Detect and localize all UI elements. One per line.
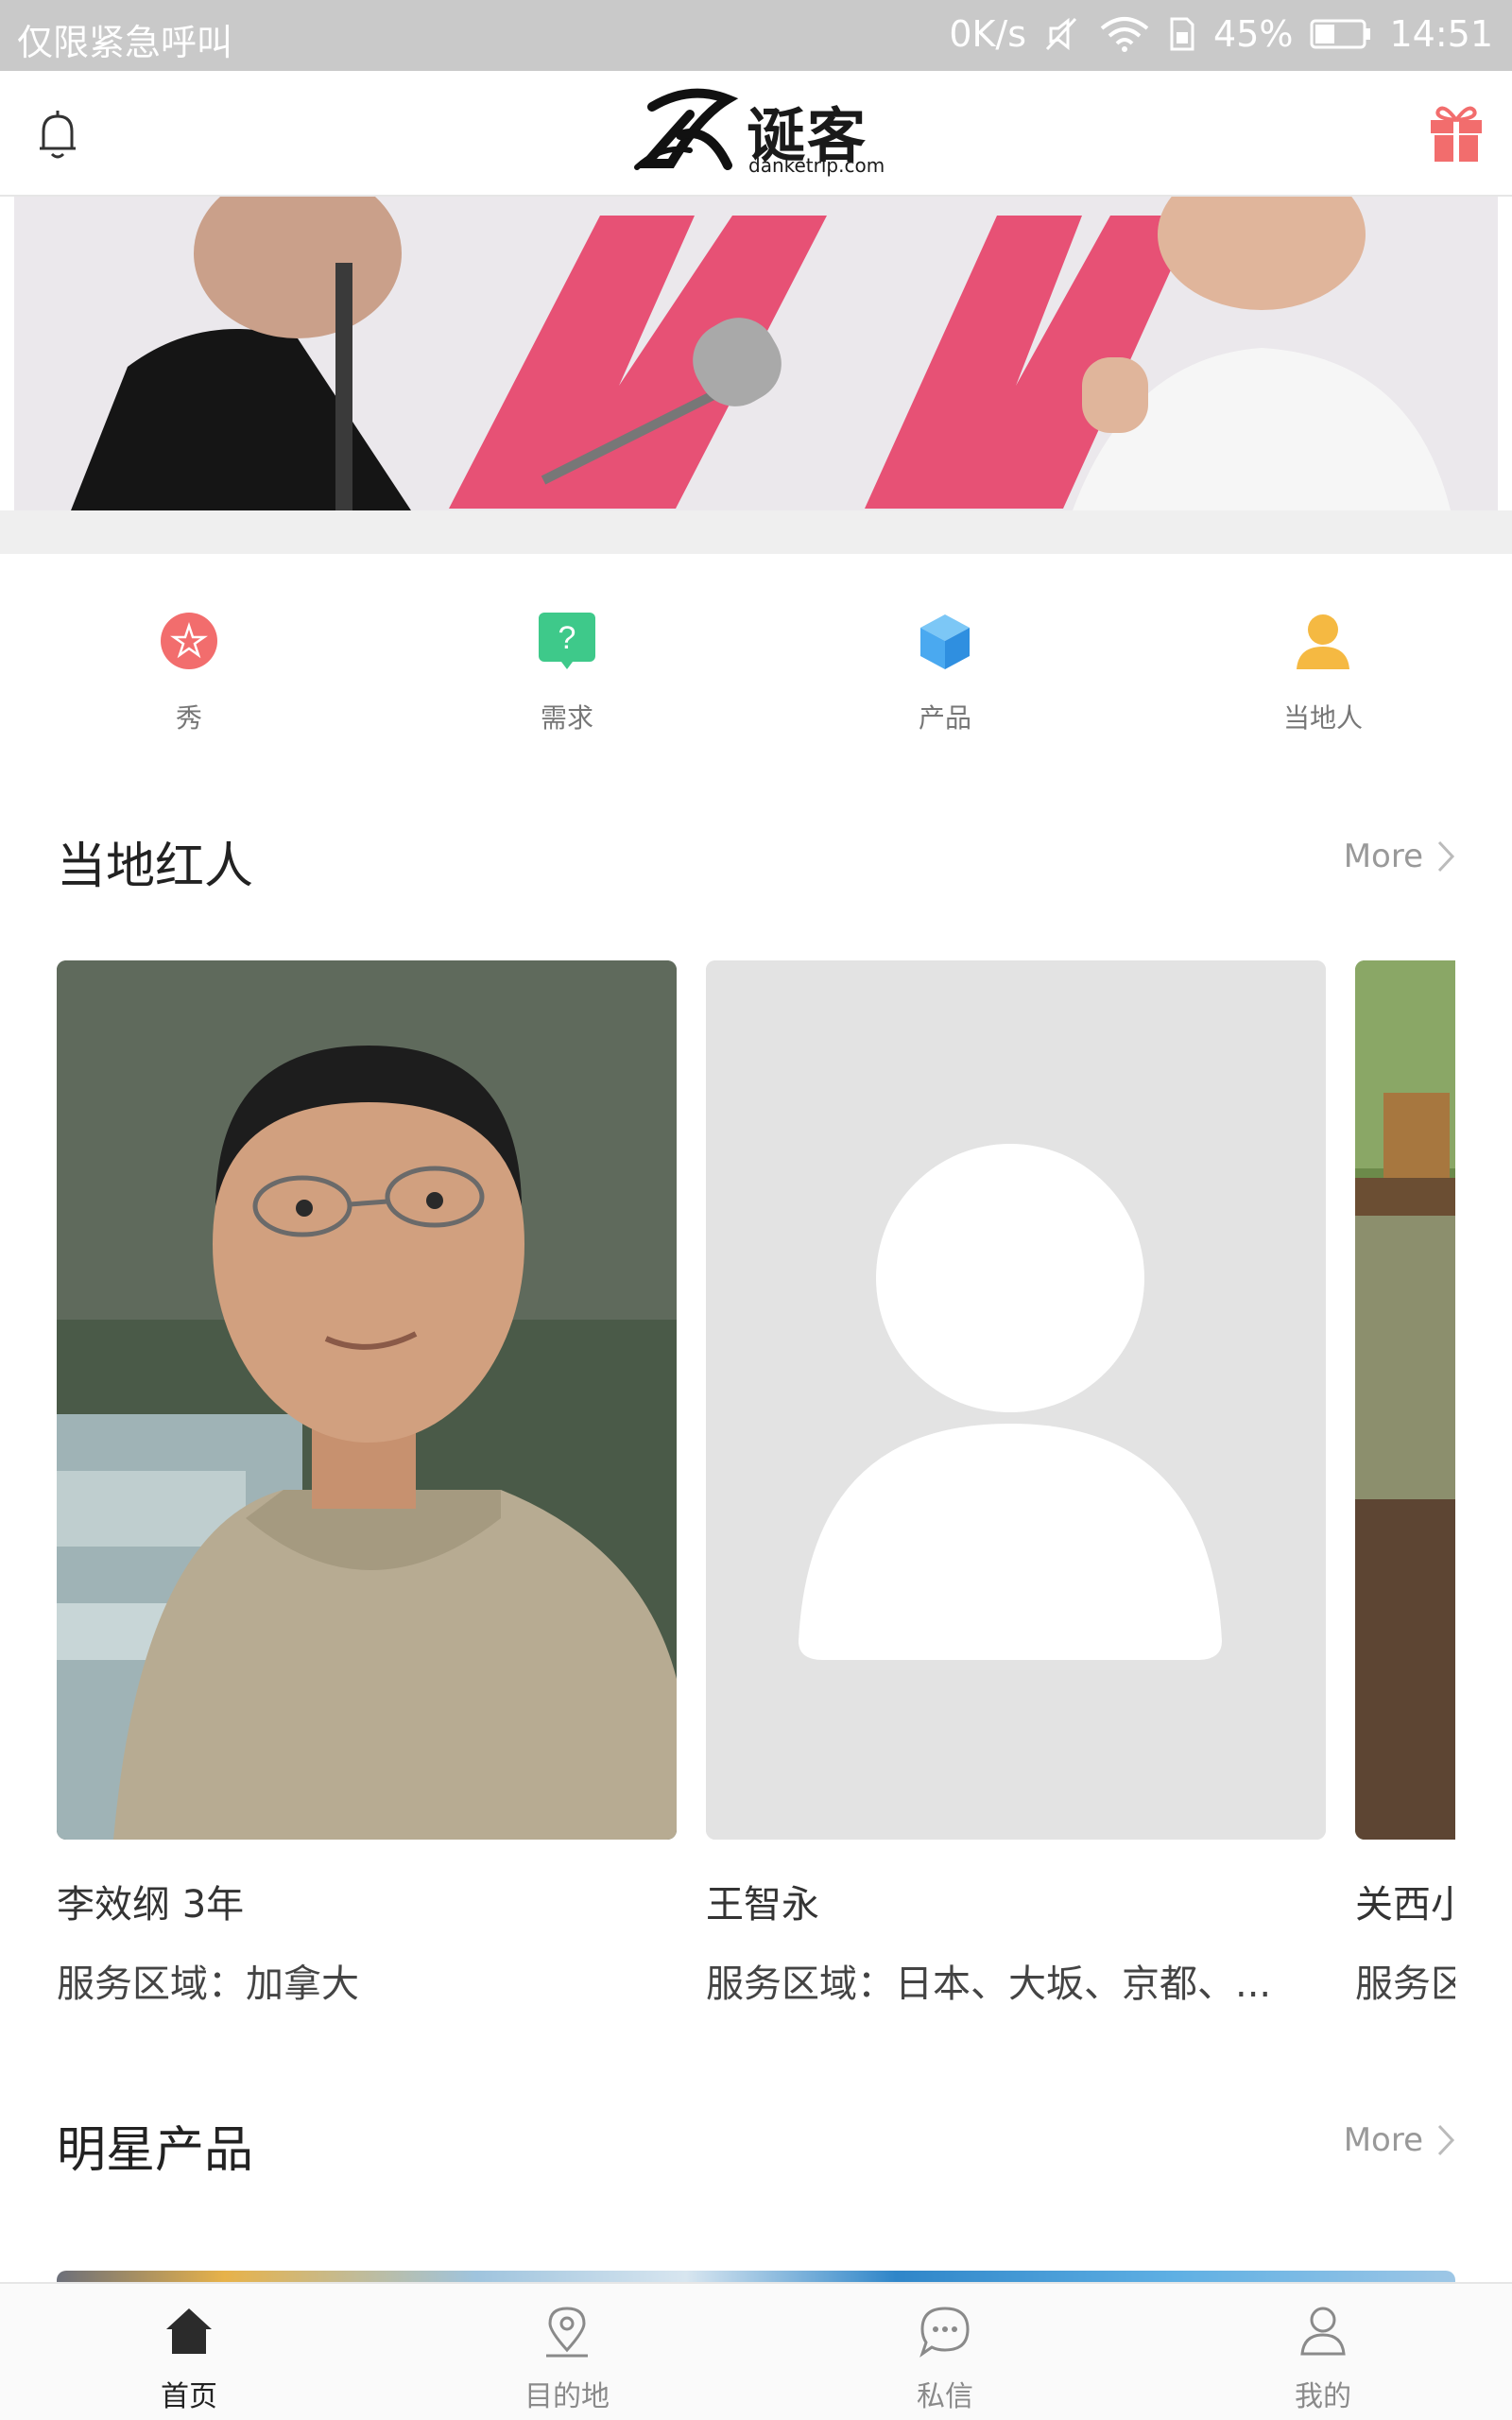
- carrier-text: 仅限紧急呼叫: [17, 22, 233, 63]
- tab-me[interactable]: 我的: [1228, 2303, 1418, 2414]
- more-link-star-products[interactable]: More: [1344, 2121, 1455, 2159]
- local-star-name: 关西小: [1355, 1883, 1455, 1927]
- chevron-right-icon: [1437, 2124, 1455, 2156]
- bottom-tab-bar: 首页 目的地 私信 我的: [0, 2282, 1512, 2420]
- wifi-icon: [1100, 17, 1149, 52]
- battery-percent: 45%: [1213, 13, 1294, 55]
- section-title-star-products: 明星产品: [57, 2122, 254, 2179]
- star-product-card-peek[interactable]: [57, 2271, 1455, 2282]
- person-icon: [1297, 614, 1349, 669]
- cube-icon: [920, 614, 970, 669]
- brand-domain: danketrip.com: [748, 154, 885, 177]
- category-show[interactable]: 秀: [94, 611, 284, 735]
- network-speed: 0K/s: [949, 13, 1027, 55]
- category-label: 秀: [175, 702, 202, 734]
- default-avatar-icon: [706, 960, 1326, 1840]
- local-star-photo: [57, 960, 677, 1840]
- category-label: 产品: [918, 702, 971, 734]
- local-star-name: 李效纲 3年: [57, 1883, 245, 1927]
- banner-image: [14, 197, 1498, 510]
- category-label: 当地人: [1282, 702, 1363, 734]
- question-bubble-icon: ?: [539, 613, 595, 669]
- status-bar: 仅限紧急呼叫 0K/s 45% 14:51: [0, 0, 1512, 71]
- category-row: 秀 ? 需求 产品 当地人: [0, 554, 1512, 762]
- tab-destination[interactable]: 目的地: [472, 2303, 662, 2414]
- brand-logo: 诞客 danketrip.com: [633, 88, 888, 182]
- svg-text:?: ?: [558, 620, 576, 656]
- star-badge-icon: [161, 613, 217, 669]
- chevron-right-icon: [1437, 840, 1455, 873]
- chat-bubble-icon: [919, 2307, 970, 2358]
- gift-icon[interactable]: [1427, 101, 1486, 164]
- sim-icon: [1170, 17, 1194, 51]
- user-icon: [1300, 2307, 1346, 2356]
- location-pin-icon: [546, 2307, 588, 2358]
- category-local[interactable]: 当地人: [1228, 611, 1418, 735]
- local-star-card[interactable]: 关西小 服务区: [1355, 960, 1455, 2008]
- category-label: 需求: [540, 702, 593, 734]
- local-star-area: 服务区域：加拿大: [57, 1962, 359, 2006]
- mute-icon: [1045, 17, 1077, 51]
- local-star-card[interactable]: 王智永 服务区域：日本、大坂、京都、...: [706, 960, 1326, 2008]
- tab-label: 首页: [161, 2380, 217, 2413]
- tab-label: 我的: [1295, 2380, 1351, 2413]
- tab-home[interactable]: 首页: [94, 2303, 284, 2414]
- logo-mark-icon: [634, 88, 739, 170]
- avatar-placeholder: [706, 960, 1326, 1840]
- local-star-area: 服务区域：日本、大坂、京都、...: [706, 1962, 1272, 2006]
- tab-label: 目的地: [524, 2380, 610, 2413]
- local-star-area: 服务区: [1355, 1962, 1455, 2006]
- battery-icon: [1310, 19, 1371, 49]
- section-divider: [0, 510, 1512, 554]
- local-stars-carousel[interactable]: 李效纲 3年 服务区域：加拿大 王智永 服务区域：日本、大坂、京都、... 关西…: [57, 960, 1455, 2029]
- local-star-name: 王智永: [706, 1883, 819, 1927]
- local-star-card[interactable]: 李效纲 3年 服务区域：加拿大: [57, 960, 677, 2008]
- bell-icon[interactable]: [34, 107, 81, 164]
- more-label: More: [1343, 838, 1423, 875]
- more-label: More: [1343, 2121, 1423, 2159]
- home-icon: [166, 2308, 212, 2354]
- category-product[interactable]: 产品: [850, 611, 1040, 735]
- promo-banner[interactable]: [14, 197, 1498, 510]
- tab-label: 私信: [917, 2380, 973, 2413]
- app-header: 诞客 danketrip.com: [0, 71, 1512, 197]
- category-demand[interactable]: ? 需求: [472, 611, 662, 735]
- more-link-local-stars[interactable]: More: [1344, 838, 1455, 875]
- local-star-photo: [1355, 960, 1455, 1840]
- tab-messages[interactable]: 私信: [850, 2303, 1040, 2414]
- section-title-local-stars: 当地红人: [57, 838, 254, 895]
- clock: 14:51: [1389, 13, 1493, 55]
